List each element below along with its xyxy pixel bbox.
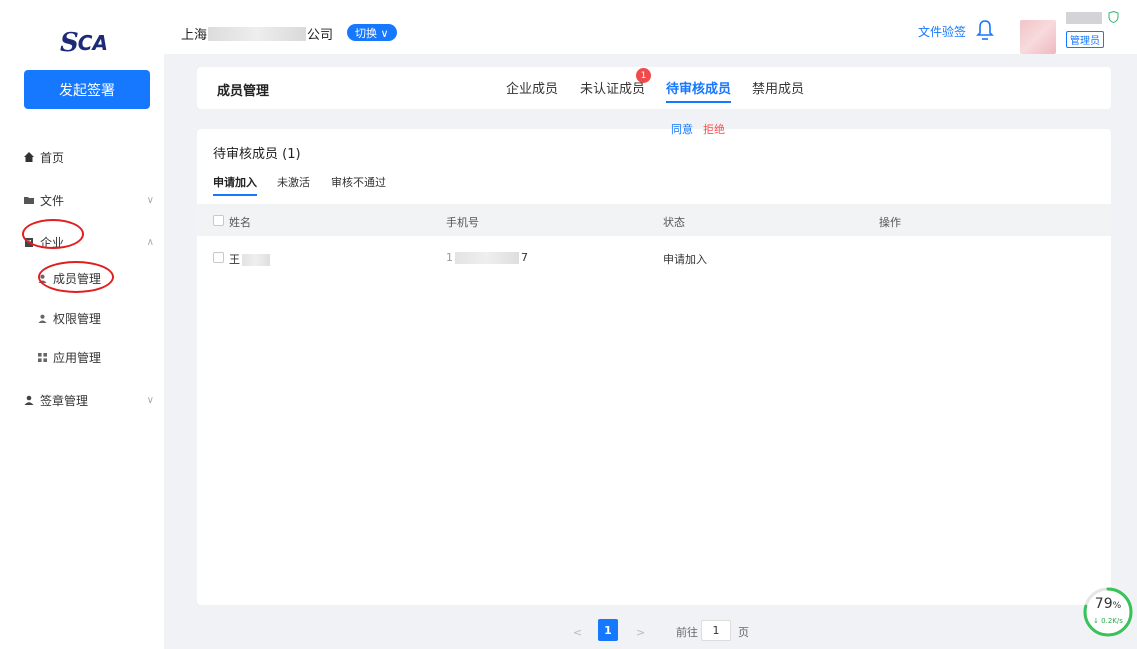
sidebar-subitem-label: 成员管理 (53, 271, 102, 286)
sidebar-item-files[interactable]: 文件 ∨ (24, 188, 154, 212)
notification-badge: 1 (636, 68, 651, 83)
member-name: 王 (229, 251, 270, 267)
sidebar-item-label: 首页 (40, 150, 65, 165)
member-tabs-card: 成员管理 企业成员 未认证成员 待审核成员 禁用成员 (197, 67, 1111, 109)
user-icon (38, 314, 47, 323)
sidebar-item-label: 签章管理 (40, 393, 89, 408)
tab-enterprise-members[interactable]: 企业成员 (506, 78, 558, 97)
grid-icon (38, 352, 47, 362)
logo-text: CA (77, 31, 108, 55)
next-page-button[interactable]: > (636, 622, 645, 642)
progress-ring-icon (1083, 587, 1133, 637)
company-name-prefix: 上海 (181, 28, 208, 43)
sidebar: S CA 发起签署 首页 文件 ∨ 企业 ∧ 成员管理 权限管理 应用管理 签章… (8, 8, 164, 649)
sidebar-item-seal-management[interactable]: 签章管理 ∨ (24, 388, 154, 412)
user-icon (38, 274, 47, 283)
subtab-inactive[interactable]: 未激活 (277, 174, 310, 190)
goto-page-input[interactable] (701, 620, 731, 641)
row-checkbox[interactable] (213, 252, 224, 263)
sidebar-subitem-label: 应用管理 (53, 350, 102, 365)
user-icon (24, 395, 34, 405)
sidebar-subitem-label: 权限管理 (53, 311, 102, 326)
chevron-down-icon: ∨ (146, 194, 154, 206)
switch-company-button[interactable]: 切换 ∨ (347, 24, 397, 41)
column-header-name: 姓名 (229, 216, 251, 229)
subtab-review-rejected[interactable]: 审核不通过 (331, 174, 386, 190)
subtab-apply-join[interactable]: 申请加入 (213, 174, 257, 196)
logo-mark: S (60, 28, 79, 58)
chevron-down-icon: ∨ (146, 394, 154, 406)
avatar[interactable] (1020, 20, 1056, 54)
file-verify-link[interactable]: 文件验签 (918, 23, 966, 40)
logo: S CA (60, 22, 140, 64)
home-icon (24, 152, 34, 162)
table-header: 姓名 手机号 状态 操作 (197, 204, 1111, 236)
column-header-status: 状态 (663, 216, 685, 229)
sidebar-item-label: 企业 (40, 235, 65, 250)
bell-icon[interactable] (976, 19, 994, 41)
usage-percent: 79% (1082, 596, 1134, 612)
phone-suffix: 7 (521, 251, 528, 264)
member-name-visible: 王 (229, 253, 240, 266)
tab-pending-review-members[interactable]: 待审核成员 (666, 78, 732, 103)
sidebar-item-label: 文件 (40, 193, 65, 208)
agree-button[interactable]: 同意 (671, 121, 693, 137)
member-phone: 17 (446, 251, 528, 264)
redacted-text (242, 254, 270, 266)
usage-percent-unit: % (1112, 601, 1122, 611)
column-header-actions: 操作 (879, 216, 901, 229)
redacted-text (455, 252, 519, 264)
select-all-checkbox[interactable] (213, 215, 224, 226)
tab-unverified-members[interactable]: 未认证成员 (580, 78, 645, 97)
company-name: 上海 公司 (181, 24, 333, 43)
chevron-up-icon: ∧ (146, 236, 154, 248)
page-title: 成员管理 (217, 84, 270, 99)
folder-icon (24, 197, 34, 204)
top-bar: 上海 公司 切换 ∨ 文件验签 管理员 (164, 8, 1137, 54)
redacted-text (208, 26, 307, 41)
start-signing-button[interactable]: 发起签署 (24, 70, 150, 109)
tab-disabled-members[interactable]: 禁用成员 (752, 78, 804, 97)
sidebar-item-home[interactable]: 首页 (24, 145, 154, 169)
reject-button[interactable]: 拒绝 (703, 121, 725, 137)
sidebar-subitem-member-management[interactable]: 成员管理 (38, 266, 101, 290)
building-icon (25, 238, 33, 247)
usage-percent-value: 79 (1094, 596, 1113, 612)
network-speed-widget[interactable]: 79% ↓ 0.2K/s (1082, 586, 1134, 638)
member-status: 申请加入 (663, 253, 707, 266)
column-header-phone: 手机号 (446, 216, 479, 229)
pending-members-panel: 待审核成员 (1) 申请加入 未激活 审核不通过 姓名 手机号 状态 操作 王 … (197, 129, 1111, 605)
redacted-username (1066, 12, 1102, 24)
page-unit-label: 页 (738, 626, 749, 639)
table-row: 王 17 申请加入 (197, 236, 1111, 278)
page-number-current[interactable]: 1 (598, 619, 618, 641)
sidebar-subitem-permission-management[interactable]: 权限管理 (38, 306, 101, 330)
prev-page-button[interactable]: < (573, 622, 582, 642)
network-speed: ↓ 0.2K/s (1093, 617, 1123, 625)
company-name-suffix: 公司 (307, 28, 334, 43)
sidebar-item-enterprise[interactable]: 企业 ∧ (24, 230, 154, 254)
phone-prefix: 1 (446, 251, 453, 264)
panel-heading: 待审核成员 (1) (213, 147, 301, 162)
shield-icon (1108, 11, 1119, 23)
goto-label: 前往 (676, 626, 698, 639)
role-badge: 管理员 (1066, 31, 1104, 48)
sidebar-subitem-app-management[interactable]: 应用管理 (38, 345, 101, 369)
